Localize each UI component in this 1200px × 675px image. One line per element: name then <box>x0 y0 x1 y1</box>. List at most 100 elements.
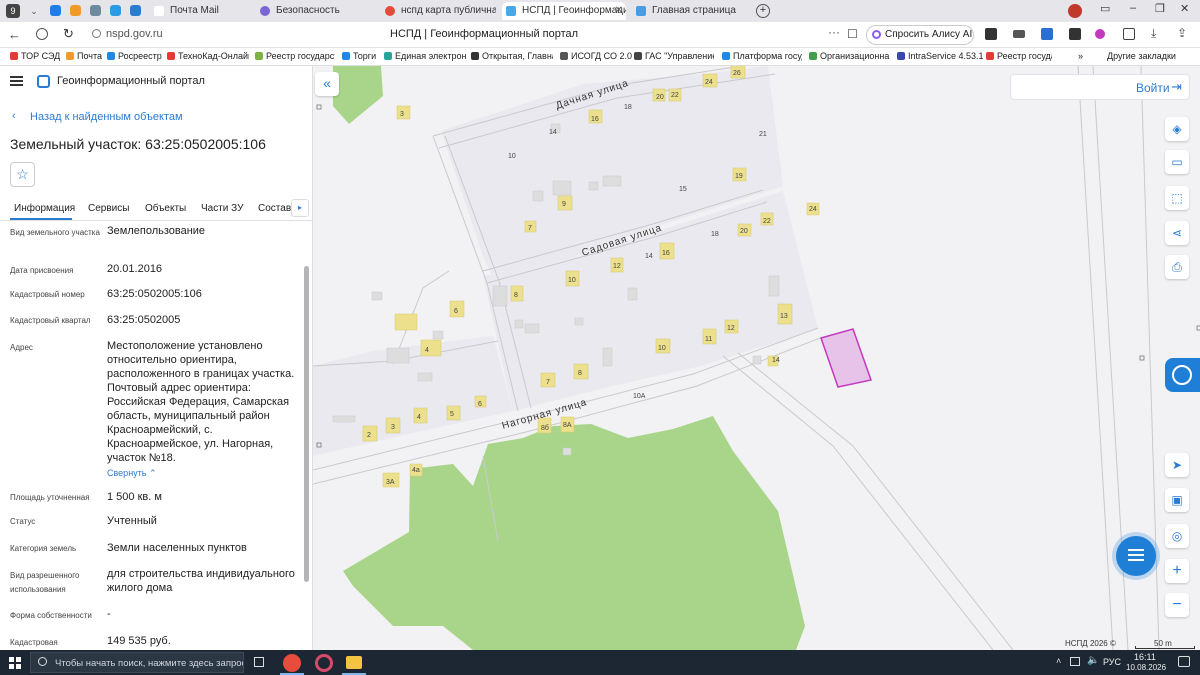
ruler-button[interactable]: ▭ <box>1165 150 1189 174</box>
tab-mail[interactable]: Почта Mail <box>150 2 250 20</box>
new-tab-icon[interactable]: + <box>756 4 770 18</box>
tab-search[interactable]: нспд карта публичная ка <box>381 2 496 20</box>
zoom-in-button[interactable]: + <box>1165 559 1189 583</box>
volume-icon[interactable]: 🔈 <box>1087 655 1099 666</box>
chat-assistant-button[interactable] <box>1116 536 1156 576</box>
locate-button[interactable]: ➤ <box>1165 453 1189 477</box>
hamburger-icon[interactable] <box>10 76 23 86</box>
bookmark-item[interactable]: ИСОГД СО 2.0 <box>560 51 632 61</box>
extension-icon[interactable] <box>1041 28 1053 40</box>
close-tab-icon[interactable]: ✕ <box>615 2 623 20</box>
clock-time[interactable]: 16:11 <box>1134 652 1156 662</box>
tab-services[interactable]: Сервисы <box>88 203 129 214</box>
bookmark-item[interactable]: IntraService 4.53.1 <box>897 51 984 61</box>
zoom-out-button[interactable]: − <box>1165 593 1189 617</box>
tab-composition[interactable]: Состав <box>258 203 291 214</box>
language-indicator[interactable]: РУС <box>1103 657 1121 667</box>
close-window-icon[interactable]: ✕ <box>1180 2 1189 15</box>
geolocation-button[interactable]: ◎ <box>1165 524 1189 548</box>
layers-button[interactable]: ◈ <box>1165 117 1189 141</box>
bookmark-item[interactable]: Торги <box>342 51 376 61</box>
other-bookmarks[interactable]: Другие закладки <box>1107 51 1176 61</box>
tab-nspd[interactable]: НСПД | Геоинформаци ✕ <box>502 2 626 20</box>
bookmark-item[interactable]: Платформа госуд <box>722 51 802 61</box>
select-area-button[interactable]: ⬚ <box>1165 186 1189 210</box>
tab-security[interactable]: Безопасность <box>256 2 376 20</box>
extensions-icons[interactable]: ⤓ ⇪ <box>985 26 1195 42</box>
bookmark-item[interactable]: ГАС "Управление <box>634 51 714 61</box>
minimap-button[interactable]: ▣ <box>1165 488 1189 512</box>
tab-parts[interactable]: Части ЗУ <box>201 203 243 214</box>
windows-start-icon[interactable] <box>9 657 21 669</box>
pinned-tab-icon[interactable] <box>130 5 141 16</box>
download-icon[interactable]: ⤓ <box>1151 26 1156 41</box>
tray-up-arrow-icon[interactable]: ˄ <box>1056 656 1061 666</box>
taskbar-search[interactable]: Чтобы начать поиск, нажмите здесь запрос <box>30 652 244 673</box>
share-map-button[interactable]: ⋖ <box>1165 221 1189 245</box>
alice-button[interactable]: Спросить Алису AI <box>866 25 974 45</box>
bookmarks-overflow-icon[interactable]: » <box>1078 51 1083 61</box>
tabs-next-button[interactable]: ▸ <box>291 199 309 217</box>
panel-scrollbar[interactable] <box>304 266 309 582</box>
map-canvas[interactable]: Дачная улица Садовая улица Нагорная улиц… <box>313 66 1200 650</box>
back-chevron-icon[interactable]: ‹ <box>12 110 16 122</box>
maximize-icon[interactable]: ❐ <box>1155 2 1165 15</box>
minimize-icon[interactable]: – <box>1130 2 1136 14</box>
bookmark-item[interactable]: ТОР СЭД <box>10 51 60 61</box>
side-widget-button[interactable] <box>1165 358 1200 392</box>
tab-information[interactable]: Информация <box>14 203 75 214</box>
bookmark-item[interactable]: Реестр госуда <box>986 51 1052 61</box>
task-view-icon[interactable] <box>254 657 264 667</box>
login-label[interactable]: Войти <box>1136 81 1170 95</box>
extensions-puzzle-icon[interactable] <box>1123 28 1135 40</box>
yandex-taskbar-icon[interactable] <box>283 654 301 672</box>
favorite-button[interactable]: ☆ <box>10 162 35 187</box>
print-button[interactable]: ⎙ <box>1165 255 1189 279</box>
tab-home[interactable]: Главная страница <box>632 2 752 20</box>
bookmark-item[interactable]: Единая электрон <box>384 51 466 61</box>
pinned-tab-icon[interactable] <box>90 5 101 16</box>
collapse-panel-button[interactable]: « <box>315 72 339 96</box>
bookmark-item[interactable]: Почта <box>66 51 102 61</box>
pinned-tab-icon[interactable] <box>70 5 81 16</box>
page-title-in-address[interactable]: НСПД | Геоинформационный портал <box>390 28 578 40</box>
pinned-tabs[interactable] <box>50 5 141 17</box>
explorer-taskbar-icon[interactable] <box>346 656 362 669</box>
extension-icon[interactable] <box>985 28 997 40</box>
notifications-icon[interactable] <box>1178 656 1190 667</box>
pinned-tab-icon[interactable] <box>50 5 61 16</box>
window-controls[interactable]: ▭ – ❐ ✕ <box>1100 2 1195 20</box>
more-dots-icon[interactable]: ··· <box>828 25 840 39</box>
back-arrow-icon[interactable]: ← <box>8 27 21 42</box>
outbuilding <box>752 355 762 365</box>
tab-dropdown-icon[interactable]: ⌄ <box>26 3 42 19</box>
clock-date[interactable]: 10.08.2026 <box>1126 663 1166 672</box>
browser-taskbar-icon[interactable] <box>315 654 333 672</box>
bookmark-icon[interactable]: ☐ <box>847 27 858 41</box>
bookmark-item[interactable]: Открытая, Главна <box>471 51 553 61</box>
pinned-tab-icon[interactable] <box>110 5 121 16</box>
profile-icon[interactable] <box>1068 4 1082 18</box>
collapse-link[interactable]: Свернуть ⌃ <box>107 468 157 479</box>
house-number: 19 <box>735 173 743 180</box>
address-url[interactable]: nspd.gov.ru <box>106 28 163 40</box>
share-icon[interactable]: ⇪ <box>1177 26 1187 40</box>
browser-menu-icon[interactable]: 9 <box>6 4 20 18</box>
map-view[interactable]: Дачная улица Садовая улица Нагорная улиц… <box>313 66 1200 650</box>
back-to-results-link[interactable]: Назад к найденным объектам <box>30 111 183 123</box>
yandex-shield-icon[interactable] <box>36 28 48 40</box>
network-icon[interactable] <box>1070 657 1080 666</box>
extension-icon[interactable] <box>1095 29 1105 39</box>
bookmark-item[interactable]: Организационна <box>809 51 889 61</box>
bookmark-item[interactable]: ТехноКад-Онлайн <box>167 51 249 61</box>
tab-objects[interactable]: Объекты <box>145 203 186 214</box>
bookmark-item[interactable]: Реестр государст <box>255 51 335 61</box>
bookmark-item[interactable]: Росреестр <box>107 51 162 61</box>
reload-icon[interactable]: ↻ <box>63 26 74 42</box>
extension-icon[interactable] <box>1069 28 1081 40</box>
selected-parcel[interactable] <box>820 328 872 388</box>
bookmark-window-icon[interactable]: ▭ <box>1100 2 1110 15</box>
house-number: 12 <box>727 325 735 332</box>
extension-icon[interactable] <box>1013 30 1025 38</box>
login-box[interactable]: Войти ⇥ <box>1010 74 1190 100</box>
